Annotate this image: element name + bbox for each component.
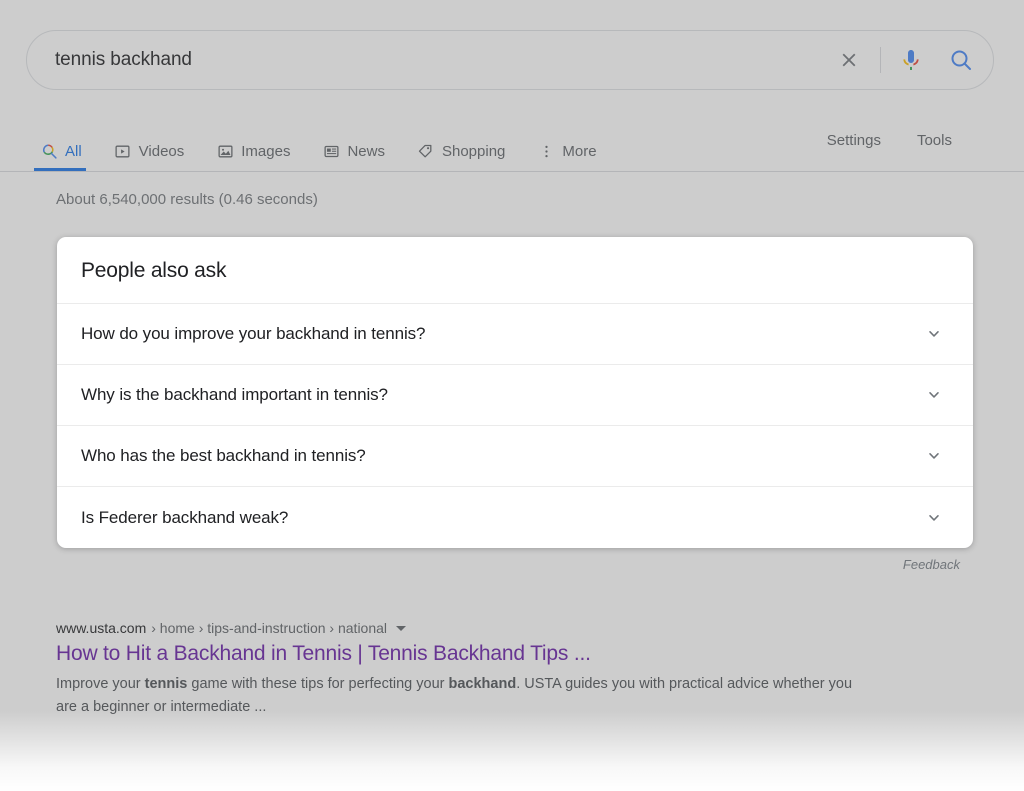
tab-label: Shopping	[442, 143, 505, 160]
tab-all[interactable]: All	[40, 118, 96, 171]
tabs-right-links: Settings Tools	[791, 118, 1024, 149]
search-icon	[40, 143, 58, 161]
people-also-ask-question: Is Federer backhand weak?	[81, 508, 288, 528]
people-also-ask-question: How do you improve your backhand in tenn…	[81, 324, 425, 344]
chevron-down-icon[interactable]	[396, 626, 406, 631]
result-stats: About 6,540,000 results (0.46 seconds)	[56, 191, 318, 208]
chevron-down-icon[interactable]	[923, 323, 945, 345]
search-bar-divider	[880, 47, 881, 73]
snippet-text: Improve your	[56, 676, 145, 692]
video-icon	[114, 143, 132, 161]
tab-shopping[interactable]: Shopping	[417, 118, 519, 171]
result-domain: www.usta.com	[56, 620, 146, 636]
tab-news[interactable]: News	[322, 118, 399, 171]
microphone-icon[interactable]	[893, 42, 929, 78]
tab-images[interactable]: Images	[216, 118, 304, 171]
tools-link[interactable]: Tools	[917, 132, 952, 149]
tab-label: More	[562, 143, 596, 160]
snippet-highlight: tennis	[145, 676, 188, 692]
close-icon[interactable]	[832, 43, 866, 77]
search-bar-icons	[832, 42, 979, 78]
result-title-link[interactable]: How to Hit a Backhand in Tennis | Tennis…	[56, 640, 886, 667]
search-input[interactable]	[55, 49, 832, 71]
chevron-down-icon[interactable]	[923, 384, 945, 406]
result-breadcrumbs: › home › tips-and-instruction › national	[151, 620, 387, 636]
bottom-fade	[0, 711, 1024, 791]
chevron-down-icon[interactable]	[923, 507, 945, 529]
news-icon	[322, 143, 340, 161]
more-vert-icon	[537, 143, 555, 161]
tab-label: All	[65, 143, 82, 160]
snippet-text: game with these tips for perfecting your	[187, 676, 448, 692]
tab-label: News	[347, 143, 385, 160]
search-bar[interactable]	[26, 30, 994, 90]
breadcrumb[interactable]: www.usta.com › home › tips-and-instructi…	[56, 620, 886, 636]
people-also-ask-list: How do you improve your backhand in tenn…	[57, 304, 973, 548]
people-also-ask-question: Who has the best backhand in tennis?	[81, 446, 366, 466]
snippet-highlight: backhand	[449, 676, 517, 692]
chevron-down-icon[interactable]	[923, 445, 945, 467]
search-result: www.usta.com › home › tips-and-instructi…	[56, 620, 886, 719]
tag-icon	[417, 143, 435, 161]
result-snippet: Improve your tennis game with these tips…	[56, 673, 876, 719]
tab-more[interactable]: More	[537, 118, 610, 171]
search-submit-icon[interactable]	[943, 42, 979, 78]
settings-link[interactable]: Settings	[827, 132, 881, 149]
search-bar-container	[26, 30, 994, 90]
people-also-ask-item[interactable]: Why is the backhand important in tennis?	[57, 365, 973, 426]
people-also-ask-item[interactable]: How do you improve your backhand in tenn…	[57, 304, 973, 365]
people-also-ask-question: Why is the backhand important in tennis?	[81, 385, 388, 405]
tab-label: Videos	[139, 143, 185, 160]
people-also-ask-card: People also ask How do you improve your …	[57, 237, 973, 548]
image-icon	[216, 143, 234, 161]
search-tabs: All Videos Images	[0, 118, 1024, 172]
tab-label: Images	[241, 143, 290, 160]
people-also-ask-item[interactable]: Who has the best backhand in tennis?	[57, 426, 973, 487]
tab-videos[interactable]: Videos	[114, 118, 199, 171]
people-also-ask-title: People also ask	[57, 237, 973, 304]
feedback-link[interactable]: Feedback	[903, 557, 960, 572]
people-also-ask-item[interactable]: Is Federer backhand weak?	[57, 487, 973, 548]
